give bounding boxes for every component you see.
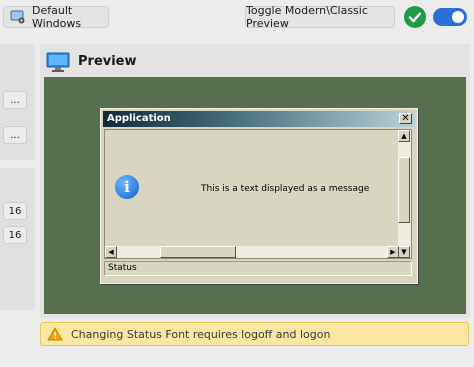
scroll-down-icon[interactable]: ▼ [398,246,410,258]
preview-panel: Preview Application ✕ i This is a text d… [40,44,470,318]
preview-title: Preview [78,54,137,69]
scroll-up-icon[interactable]: ▲ [398,130,410,142]
size-value-1[interactable]: 16 [3,202,27,220]
side-panel-lower: 16 16 [0,168,35,310]
size-value-2-label: 16 [8,229,22,241]
browse-button-1-label: ... [10,94,20,106]
window-titlebar[interactable]: Application ✕ [103,111,415,127]
size-value-2[interactable]: 16 [3,226,27,244]
scroll-right-icon[interactable]: ▶ [387,246,399,258]
status-bar: Status [104,261,412,276]
preview-desktop: Application ✕ i This is a text displayed… [44,77,466,314]
warning-icon [47,327,63,341]
warning-text: Changing Status Font requires logoff and… [71,327,331,341]
side-panel-upper: ... ... [0,44,35,160]
preview-header: Preview [40,44,470,76]
vertical-scrollbar[interactable]: ▲ ▼ [398,130,411,258]
windows-settings-icon [10,10,26,24]
monitor-icon [46,52,70,72]
classic-window: Application ✕ i This is a text displayed… [100,108,418,284]
info-icon: i [115,175,139,199]
window-content: i This is a text displayed as a message … [104,129,412,259]
window-title: Application [107,113,171,124]
toggle-preview-button[interactable]: Toggle Modern\Classic Preview [245,4,395,30]
check-circle-icon[interactable] [404,6,426,28]
horizontal-scrollbar[interactable]: ◀ ▶ [105,246,399,258]
close-icon[interactable]: ✕ [399,113,412,124]
toggle-switch-knob [452,11,464,23]
warning-banner: Changing Status Font requires logoff and… [40,322,469,346]
toggle-preview-label: Toggle Modern\Classic Preview [246,4,368,30]
toggle-switch[interactable] [433,8,467,26]
default-windows-label: Default Windows [32,4,82,30]
default-windows-button[interactable]: Default Windows [3,4,109,30]
message-text: This is a text displayed as a message [201,184,370,194]
browse-button-1[interactable]: ... [3,91,27,109]
browse-button-2-label: ... [10,129,20,141]
vertical-scroll-thumb[interactable] [398,157,410,223]
size-value-1-label: 16 [8,205,22,217]
horizontal-scroll-thumb[interactable] [160,246,236,258]
scroll-left-icon[interactable]: ◀ [105,246,117,258]
top-toolbar: Default Windows Toggle Modern\Classic Pr… [0,0,474,36]
browse-button-2[interactable]: ... [3,126,27,144]
